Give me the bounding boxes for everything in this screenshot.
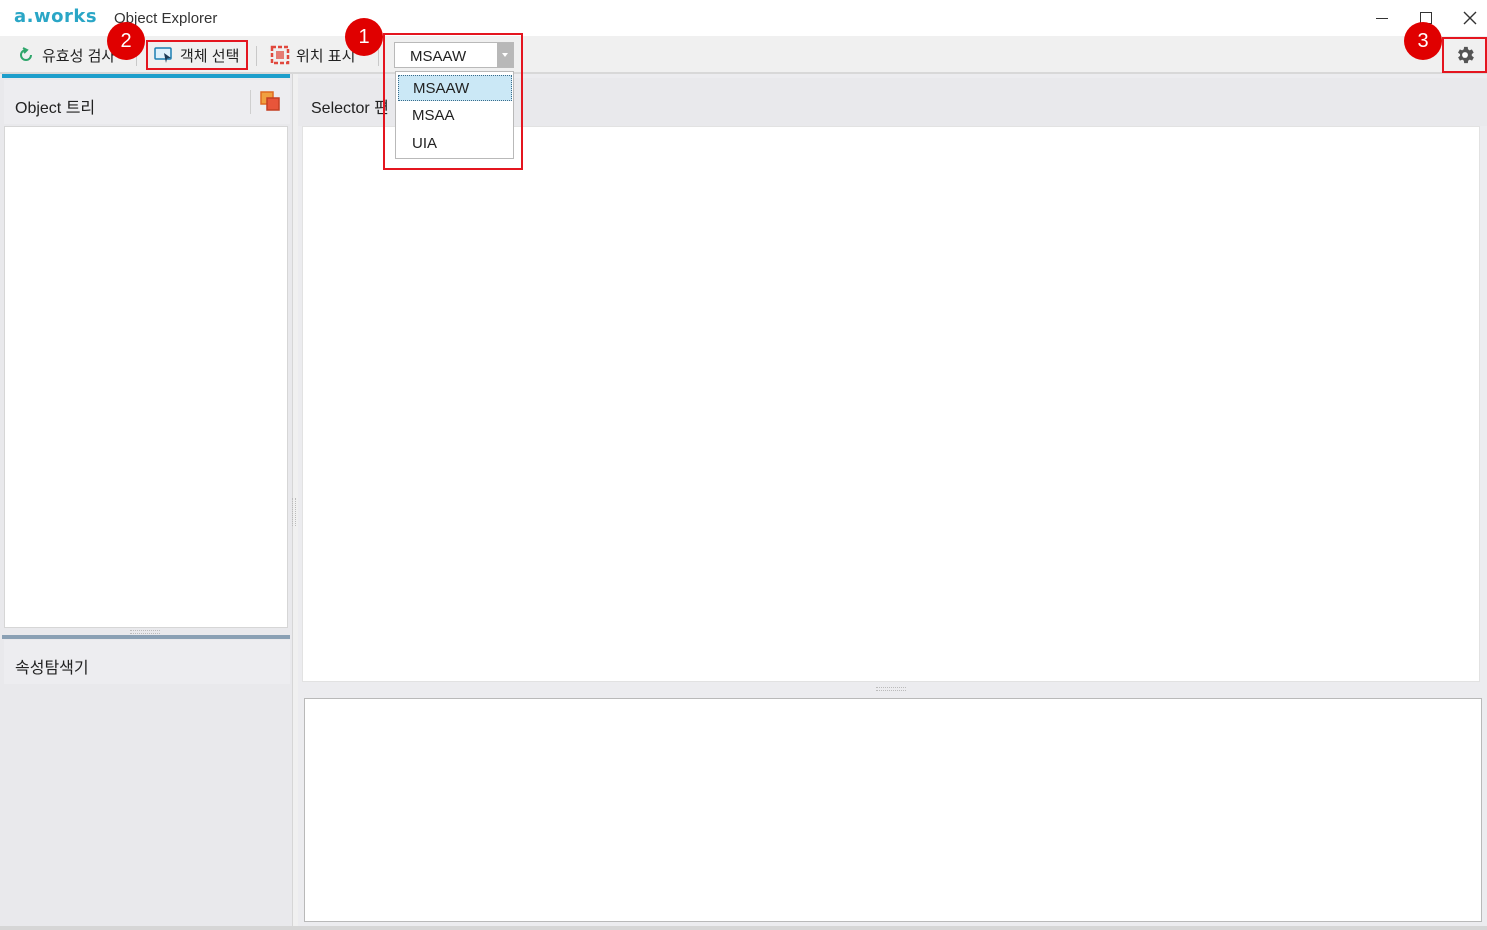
refresh-icon	[20, 47, 32, 61]
splitter-handle[interactable]	[876, 687, 906, 691]
show-location-label: 위치 표시	[296, 47, 356, 65]
window-bottom-border	[0, 926, 1487, 930]
toolbar: 유효성 검사 객체 선택 위치 표시 MSAAW	[0, 36, 1487, 74]
close-icon	[1463, 11, 1477, 25]
toolbar-divider	[256, 46, 257, 66]
gear-icon	[1457, 46, 1474, 64]
callout-box	[383, 33, 523, 170]
validate-label: 유효성 검사	[42, 47, 116, 65]
settings-button[interactable]	[1442, 37, 1487, 73]
object-tree-header: Object 트리	[4, 80, 290, 124]
callout-badge-3: 3	[1404, 22, 1442, 60]
brand-logo: a.works	[14, 6, 98, 27]
object-tree-title: Object 트리	[15, 100, 96, 117]
properties-explorer[interactable]	[4, 684, 288, 928]
output-panel[interactable]	[304, 698, 1482, 922]
panel-divider	[2, 635, 290, 639]
callout-badge-2: 2	[107, 22, 145, 60]
left-pane: Object 트리 속성탐색기	[0, 74, 292, 930]
minimize-button[interactable]	[1362, 4, 1402, 32]
right-pane: Selector 편	[298, 74, 1487, 930]
close-button[interactable]	[1450, 4, 1487, 32]
callout-badge-1: 1	[345, 18, 383, 56]
selector-editor-title: Selector 편	[311, 100, 389, 117]
select-object-button[interactable]: 객체 선택	[146, 40, 248, 70]
validate-button[interactable]: 유효성 검사	[10, 40, 121, 70]
splitter-handle[interactable]	[130, 630, 160, 634]
properties-header: 속성탐색기	[4, 640, 290, 684]
header-divider	[250, 90, 251, 114]
minimize-icon	[1376, 17, 1388, 19]
active-panel-indicator	[2, 74, 290, 78]
copy-icon	[260, 91, 280, 111]
object-tree[interactable]	[4, 126, 288, 628]
select-object-label: 객체 선택	[180, 47, 240, 65]
title-bar: a.works Object Explorer	[0, 0, 1487, 36]
location-frame-icon	[270, 45, 290, 65]
select-object-icon	[154, 47, 172, 63]
properties-title: 속성탐색기	[15, 660, 89, 677]
splitter-grip[interactable]	[292, 498, 296, 526]
copy-button[interactable]	[259, 90, 283, 114]
selector-editor[interactable]	[302, 126, 1480, 682]
